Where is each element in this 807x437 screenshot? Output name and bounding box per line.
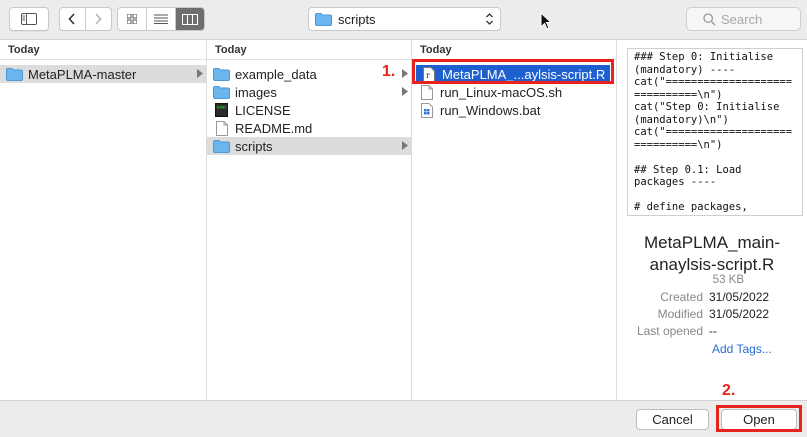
list-item-run-windows[interactable]: run_Windows.bat bbox=[412, 101, 616, 119]
list-item-scripts[interactable]: scripts bbox=[207, 137, 411, 155]
list-item-label: scripts bbox=[235, 138, 273, 154]
created-value: 31/05/2022 bbox=[709, 290, 770, 304]
list-item-run-linux-macos[interactable]: run_Linux-macOS.sh bbox=[412, 83, 616, 101]
column-header: Today bbox=[0, 40, 206, 60]
search-field[interactable]: Search bbox=[686, 7, 801, 31]
text-file-icon bbox=[418, 84, 435, 100]
search-placeholder: Search bbox=[721, 11, 763, 27]
list-item-label: run_Windows.bat bbox=[440, 102, 541, 118]
search-icon bbox=[703, 12, 716, 25]
folder-icon bbox=[213, 85, 230, 99]
toolbar: scripts Search bbox=[0, 0, 807, 40]
preview-file-size: 53 KB bbox=[712, 274, 744, 286]
preview-filename: MetaPLMA_main- anaylsis-script.R bbox=[617, 232, 807, 276]
last-opened-label: Last opened bbox=[636, 324, 703, 338]
preview-filename-line2: anaylsis-script.R bbox=[649, 255, 775, 274]
windows-file-icon bbox=[418, 102, 435, 118]
folder-icon bbox=[315, 12, 332, 26]
list-item-label: README.md bbox=[235, 120, 313, 136]
mouse-pointer-icon bbox=[540, 12, 552, 30]
annotation-step-2: 2. bbox=[722, 382, 736, 399]
chevron-left-icon bbox=[68, 13, 75, 25]
updown-chevron-icon bbox=[486, 13, 493, 25]
browser-column-3: Today r MetaPLMA_...aylsis-script.R run_… bbox=[412, 40, 617, 400]
list-item-label: images bbox=[235, 84, 277, 100]
chevron-right-icon bbox=[95, 13, 102, 25]
list-item-label: example_data bbox=[235, 66, 317, 82]
disclosure-arrow-icon bbox=[197, 69, 203, 78]
list-view-button[interactable] bbox=[147, 8, 176, 30]
list-item-images[interactable]: images bbox=[207, 83, 411, 101]
icon-view-button[interactable] bbox=[118, 8, 147, 30]
svg-text:exec: exec bbox=[217, 105, 227, 110]
column-header: Today bbox=[412, 40, 616, 60]
list-item-readme[interactable]: README.md bbox=[207, 119, 411, 137]
disclosure-arrow-icon bbox=[402, 69, 408, 78]
folder-icon bbox=[6, 67, 23, 81]
list-item-label: MetaPLMA-master bbox=[28, 66, 137, 82]
sidebar-toggle-button[interactable] bbox=[9, 7, 49, 31]
back-button[interactable] bbox=[60, 8, 86, 30]
browser-column-2: Today example_data images exec LICENSE R… bbox=[207, 40, 412, 400]
file-content-preview: ### Step 0: Initialise (mandatory) ---- … bbox=[627, 48, 803, 216]
dialog-button-bar: Cancel Open bbox=[0, 400, 807, 437]
last-opened-value: -- bbox=[709, 324, 717, 338]
list-item-label: run_Linux-macOS.sh bbox=[440, 84, 563, 100]
view-mode-control bbox=[117, 7, 205, 31]
text-file-icon bbox=[213, 120, 230, 136]
annotation-highlight-file bbox=[412, 59, 614, 84]
modified-label: Modified bbox=[657, 307, 703, 321]
add-tags-link[interactable]: Add Tags... bbox=[712, 342, 772, 356]
list-item-metaplma-master[interactable]: MetaPLMA-master bbox=[0, 65, 206, 83]
location-popup[interactable]: scripts bbox=[308, 7, 501, 31]
sidebar-icon bbox=[21, 13, 37, 25]
modified-value: 31/05/2022 bbox=[709, 307, 770, 321]
list-item-license[interactable]: exec LICENSE bbox=[207, 101, 411, 119]
browser-column-1: Today MetaPLMA-master bbox=[0, 40, 207, 400]
column-view-button[interactable] bbox=[176, 8, 204, 30]
annotation-step-1: 1. bbox=[382, 63, 396, 80]
list-item-label: LICENSE bbox=[235, 102, 291, 118]
columns-icon bbox=[182, 13, 198, 25]
list-icon bbox=[154, 14, 168, 24]
cancel-button[interactable]: Cancel bbox=[636, 409, 709, 430]
back-forward-control bbox=[59, 7, 112, 31]
folder-icon bbox=[213, 67, 230, 81]
annotation-highlight-open bbox=[716, 405, 802, 432]
forward-button[interactable] bbox=[86, 8, 111, 30]
folder-icon bbox=[213, 139, 230, 153]
column-header: Today bbox=[207, 40, 411, 60]
preview-pane: ### Step 0: Initialise (mandatory) ---- … bbox=[617, 40, 807, 400]
disclosure-arrow-icon bbox=[402, 87, 408, 96]
terminal-file-icon: exec bbox=[213, 103, 230, 117]
grid-icon bbox=[127, 14, 137, 24]
location-label: scripts bbox=[338, 11, 376, 27]
disclosure-arrow-icon bbox=[402, 141, 408, 150]
list-item-example-data[interactable]: example_data bbox=[207, 65, 411, 83]
preview-filename-line1: MetaPLMA_main- bbox=[643, 233, 781, 252]
created-label: Created bbox=[660, 290, 703, 304]
